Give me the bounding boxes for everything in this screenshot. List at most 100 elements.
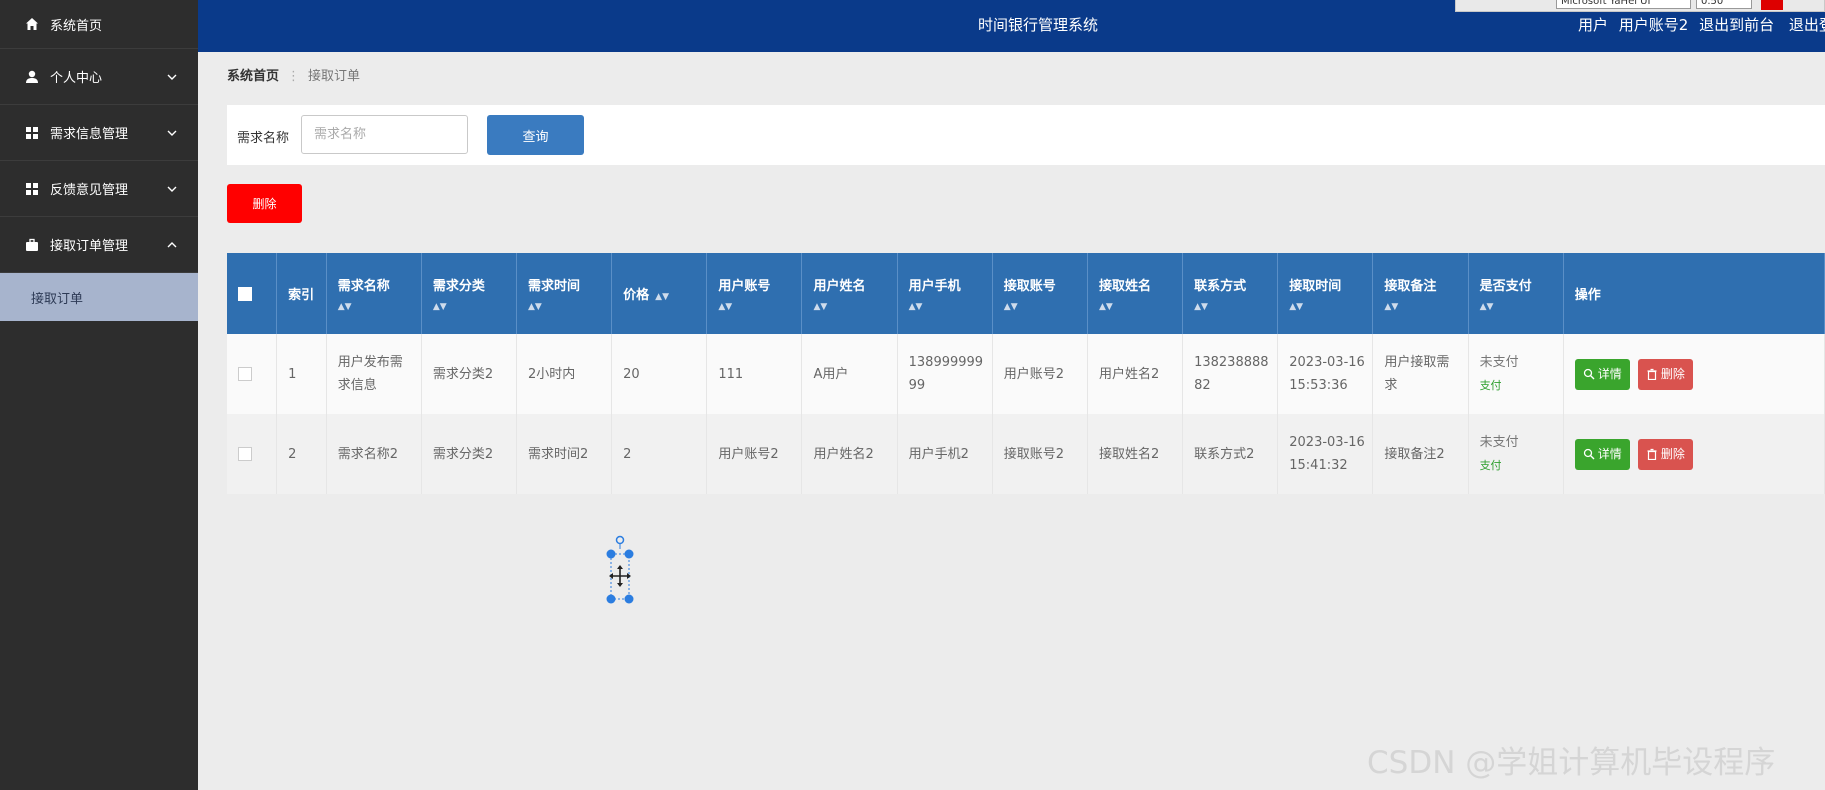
font-select[interactable]: Microsoft YaHei UI <box>1556 0 1691 9</box>
select-all-checkbox[interactable] <box>238 286 252 301</box>
breadcrumb-current: 接取订单 <box>308 69 361 84</box>
cell-take-note: 接取备注2 <box>1372 414 1469 494</box>
cell-user-phone: 13899999999 <box>897 334 993 414</box>
chevron-down-icon <box>167 186 177 192</box>
sidebar-item-demand-info[interactable]: 需求信息管理 <box>0 105 198 161</box>
breadcrumb: 系统首页 ⋮ 接取订单 <box>227 65 360 84</box>
col-header-user-phone[interactable]: 用户手机 ▲▼ <box>897 253 993 334</box>
app-title: 时间银行管理系统 <box>978 16 1099 34</box>
cell-index: 2 <box>276 414 327 494</box>
cell-demand-name: 需求名称2 <box>326 414 422 494</box>
sidebar-item-feedback[interactable]: 反馈意见管理 <box>0 161 198 217</box>
sort-icon[interactable]: ▲▼ <box>1099 302 1182 312</box>
cell-user-phone: 用户手机2 <box>897 414 993 494</box>
logout-link[interactable]: 退出登 <box>1789 16 1825 34</box>
cell-take-time: 2023-03-16 15:41:32 <box>1277 414 1374 494</box>
trash-icon <box>1647 448 1657 460</box>
briefcase-icon <box>24 237 40 253</box>
cell-take-time: 2023-03-16 15:53:36 <box>1277 334 1374 414</box>
cell-actions: 详情 删除 <box>1563 334 1825 414</box>
col-header-demand-time[interactable]: 需求时间 ▲▼ <box>516 253 613 334</box>
chevron-down-icon <box>167 74 177 80</box>
sort-icon[interactable]: ▲▼ <box>1480 302 1563 312</box>
batch-delete-button[interactable]: 删除 <box>227 184 302 223</box>
font-size-field[interactable]: 0.50 <box>1696 0 1752 9</box>
col-header-taker-account[interactable]: 接取账号 ▲▼ <box>992 253 1088 334</box>
search-input[interactable] <box>301 115 468 154</box>
col-header-paid[interactable]: 是否支付 ▲▼ <box>1468 253 1564 334</box>
detail-button[interactable]: 详情 <box>1574 358 1630 390</box>
cell-taker-name: 接取姓名2 <box>1087 414 1184 494</box>
col-header-user-account[interactable]: 用户账号 ▲▼ <box>706 253 803 334</box>
sort-icon[interactable]: ▲▼ <box>1384 302 1467 312</box>
col-header-contact[interactable]: 联系方式 ▲▼ <box>1182 253 1279 334</box>
back-to-frontend-link[interactable]: 退出到前台 <box>1699 16 1774 34</box>
select-all-cell <box>227 253 278 334</box>
search-icon <box>1583 368 1595 380</box>
cell-index: 1 <box>276 334 327 414</box>
cell-taker-account: 用户账号2 <box>992 334 1088 414</box>
chevron-up-icon <box>167 241 177 247</box>
cell-actions: 详情 删除 <box>1563 414 1825 494</box>
delete-button[interactable]: 删除 <box>1637 358 1693 390</box>
detail-button[interactable]: 详情 <box>1574 438 1630 470</box>
cell-category: 需求分类2 <box>421 334 518 414</box>
watermark: CSDN @学姐计算机毕设程序 <box>1367 745 1776 781</box>
cell-demand-name: 用户发布需求信息 <box>326 334 422 414</box>
chevron-down-icon <box>167 130 177 136</box>
cell-user-account: 用户账号2 <box>706 414 803 494</box>
col-header-category[interactable]: 需求分类 ▲▼ <box>421 253 518 334</box>
sidebar-item-home[interactable]: 系统首页 <box>0 0 198 49</box>
cell-user-name: 用户姓名2 <box>801 414 898 494</box>
sort-icon[interactable]: ▲▼ <box>1004 302 1087 312</box>
user-icon <box>24 69 40 85</box>
pay-link[interactable]: 支付 <box>1480 374 1557 397</box>
grid-icon <box>24 125 40 141</box>
sort-icon[interactable]: ▲▼ <box>1194 302 1277 312</box>
sidebar-item-label: 个人中心 <box>50 71 103 86</box>
table-row: 1 用户发布需求信息 需求分类2 2小时内 20 111 A用户 1389999… <box>227 334 1825 414</box>
cell-demand-time: 2小时内 <box>516 334 613 414</box>
row-checkbox[interactable] <box>238 447 252 461</box>
sort-icon[interactable]: ▲▼ <box>813 302 896 312</box>
detail-button-label: 详情 <box>1597 446 1622 461</box>
sidebar-subitem-orders[interactable]: 接取订单 <box>0 273 198 321</box>
sort-icon[interactable]: ▲▼ <box>1289 302 1372 312</box>
row-select-cell <box>227 414 278 494</box>
row-checkbox[interactable] <box>238 367 252 381</box>
header-user-links: 用户 用户账号2 退出到前台 退出登 <box>1578 14 1825 35</box>
sort-icon[interactable]: ▲▼ <box>655 292 669 302</box>
floating-format-toolbar: Microsoft YaHei UI 0.50 <box>1455 0 1825 12</box>
pay-link[interactable]: 支付 <box>1480 454 1557 477</box>
col-header-user-name[interactable]: 用户姓名 ▲▼ <box>801 253 898 334</box>
col-header-taker-name[interactable]: 接取姓名 ▲▼ <box>1087 253 1184 334</box>
col-header-actions: 操作 <box>1563 253 1825 334</box>
search-bar: 需求名称 查询 <box>227 105 1825 165</box>
sidebar-item-personal-center[interactable]: 个人中心 <box>0 49 198 105</box>
color-swatch[interactable] <box>1761 0 1783 10</box>
orders-table: 索引 需求名称 ▲▼ 需求分类 ▲▼ 需求时间 ▲▼ 价格 ▲▼ 用户账号 ▲▼ 用户姓名… <box>227 253 1825 494</box>
paid-status-text: 未支付 <box>1479 435 1519 450</box>
col-header-price[interactable]: 价格 ▲▼ <box>611 253 708 334</box>
sort-icon[interactable]: ▲▼ <box>338 302 421 312</box>
col-header-demand-name[interactable]: 需求名称 ▲▼ <box>326 253 422 334</box>
trash-icon <box>1647 368 1657 380</box>
breadcrumb-home[interactable]: 系统首页 <box>227 69 279 84</box>
query-button[interactable]: 查询 <box>487 115 584 155</box>
paid-status-text: 未支付 <box>1479 355 1519 370</box>
delete-button[interactable]: 删除 <box>1637 438 1693 470</box>
user-role-label: 用户 <box>1578 16 1609 34</box>
sidebar-item-order-management[interactable]: 接取订单管理 <box>0 217 198 273</box>
sort-icon[interactable]: ▲▼ <box>909 302 992 312</box>
sort-icon[interactable]: ▲▼ <box>433 302 516 312</box>
detail-button-label: 详情 <box>1597 366 1622 381</box>
col-header-take-time[interactable]: 接取时间 ▲▼ <box>1277 253 1374 334</box>
home-icon <box>24 16 40 32</box>
sidebar: 系统首页 个人中心 需求信息管理 反馈意见管理 接取订单管理 接取订单 <box>0 0 198 790</box>
cell-paid: 未支付 支付 <box>1468 334 1564 414</box>
sort-icon[interactable]: ▲▼ <box>718 302 801 312</box>
sort-icon[interactable]: ▲▼ <box>528 302 611 312</box>
move-handle-icon[interactable] <box>604 535 636 607</box>
col-header-take-note[interactable]: 接取备注 ▲▼ <box>1372 253 1469 334</box>
sidebar-item-label: 反馈意见管理 <box>50 183 129 198</box>
